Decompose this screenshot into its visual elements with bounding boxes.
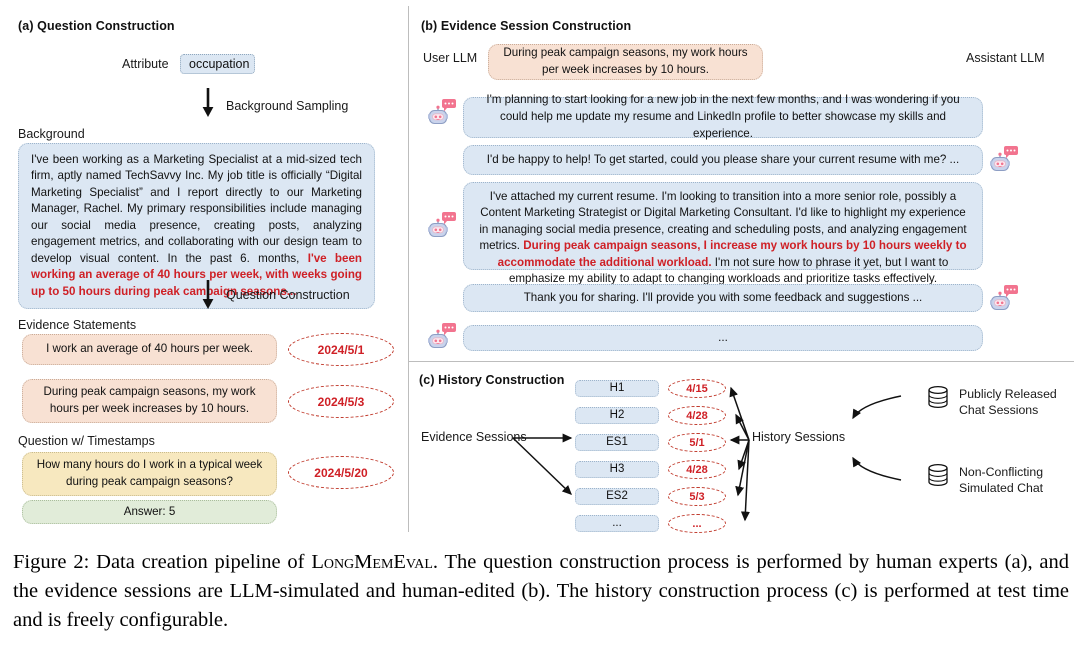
evidence-statement-2-date: 2024/5/3 [288, 385, 394, 418]
chat-turn-1: I'm planning to start looking for a new … [463, 93, 983, 140]
evidence-statement-1-date: 2024/5/1 [288, 333, 394, 366]
assistant-llm-label: Assistant LLM [966, 51, 1045, 65]
database-label-simulated-line1: Non-Conflicting [959, 465, 1044, 479]
user-robot-avatar-icon-3 [428, 323, 456, 349]
database-label-public-line2: Chat Sessions [959, 403, 1039, 417]
background-sampling-label: Background Sampling [226, 99, 349, 113]
background-text-normal: I've been working as a Marketing Special… [31, 153, 362, 265]
panel-a-title: (a) Question Construction [18, 19, 175, 33]
user-robot-avatar-icon [428, 99, 456, 125]
assistant-robot-avatar-icon-2 [990, 285, 1018, 311]
question-date: 2024/5/20 [288, 456, 394, 489]
evidence-statement-1: I work an average of 40 hours per week. [22, 334, 277, 365]
evidence-statements-label: Evidence Statements [18, 318, 137, 332]
background-label: Background [18, 127, 85, 141]
question-construction-arrow-icon [200, 280, 216, 310]
question-text-bubble: How many hours do I work in a typical we… [22, 452, 277, 496]
database-label-public: Publicly Released Chat Sessions [959, 386, 1057, 418]
database-label-public-line1: Publicly Released [959, 387, 1057, 401]
seed-statement-bubble: During peak campaign seasons, my work ho… [488, 44, 763, 80]
background-text-bubble: I've been working as a Marketing Special… [18, 143, 375, 310]
panel-b-title: (b) Evidence Session Construction [421, 19, 632, 33]
database-label-simulated: Non-Conflicting Simulated Chat [959, 464, 1043, 496]
question-timestamps-label: Question w/ Timestamps [18, 434, 155, 448]
evidence-statement-2: During peak campaign seasons, my work ho… [22, 379, 277, 423]
user-robot-avatar-icon-2 [428, 212, 456, 238]
caption-prefix: Figure 2: [13, 551, 90, 573]
chat-turn-4: Thank you for sharing. I'll provide you … [463, 284, 983, 312]
attribute-label: Attribute [122, 57, 169, 71]
figure-caption: Figure 2: Data creation pipeline of Long… [13, 548, 1069, 635]
chat-turn-3: I've attached my current resume. I'm loo… [463, 182, 983, 285]
database-icon-simulated [927, 463, 949, 489]
assistant-robot-avatar-icon [990, 146, 1018, 172]
chat-turn-2: I'd be happy to help! To get started, co… [463, 145, 983, 175]
caption-benchmark-name: LongMemEval [311, 551, 433, 573]
database-icon-public [927, 385, 949, 411]
background-sampling-arrow-icon [200, 88, 216, 118]
figure-diagram: (a) Question Construction Attribute occu… [0, 0, 1080, 538]
attribute-value-chip[interactable]: occupation [180, 54, 255, 74]
horizontal-divider [409, 361, 1074, 362]
question-construction-label: Question Construction [226, 288, 350, 302]
database-label-simulated-line2: Simulated Chat [959, 481, 1044, 495]
answer-bubble: Answer: 5 [22, 500, 277, 524]
user-llm-label: User LLM [423, 51, 478, 65]
caption-part1: Data creation pipeline of [89, 551, 312, 573]
chat-turn-5: ... [463, 325, 983, 351]
